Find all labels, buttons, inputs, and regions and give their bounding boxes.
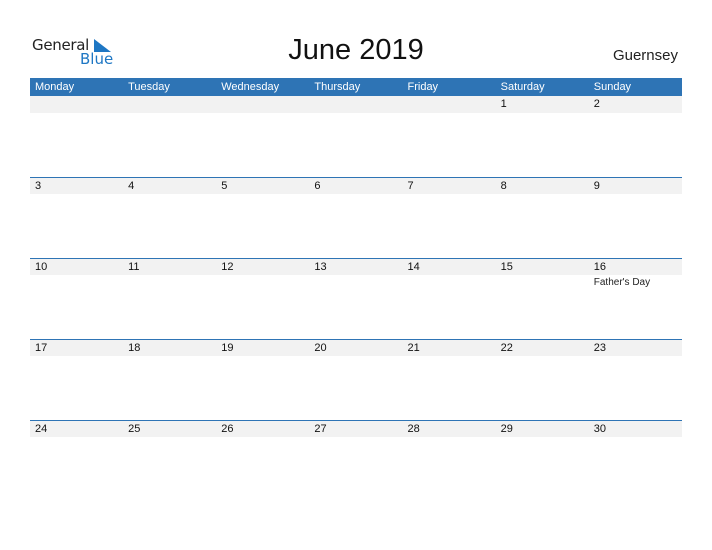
day-event: Father's Day: [593, 277, 651, 288]
day-number: 26: [221, 423, 234, 435]
day-event: [216, 113, 309, 115]
day-number: 12: [221, 261, 234, 273]
day-number: 15: [500, 261, 513, 273]
day-number-row: 24 25 26 27 28 29 30: [30, 420, 682, 437]
day-event: [403, 113, 496, 115]
day-number: 13: [314, 261, 327, 273]
day-number: [123, 96, 216, 113]
day-number-row: 12: [30, 96, 682, 113]
day-number: 22: [500, 342, 513, 354]
day-event: [496, 356, 589, 358]
day-event: [309, 356, 402, 358]
day-number: 10: [35, 261, 48, 273]
day-event: [403, 194, 496, 196]
day-number: 28: [407, 423, 420, 435]
day-number: 24: [35, 423, 48, 435]
day-number: 16: [593, 261, 606, 273]
day-number: 1: [500, 98, 507, 110]
day-number: [309, 96, 402, 113]
day-number: 23: [593, 342, 606, 354]
weekday-header: Monday Tuesday Wednesday Thursday Friday…: [30, 78, 682, 96]
day-event: [403, 437, 496, 439]
day-event: [123, 194, 216, 196]
week-row: 24 25 26 27 28 29 30: [30, 420, 682, 501]
weekday-thursday: Thursday: [314, 81, 361, 93]
weekday-monday: Monday: [35, 81, 75, 93]
day-number: 2: [593, 98, 600, 110]
day-event: [496, 437, 589, 439]
calendar-grid: Monday Tuesday Wednesday Thursday Friday…: [30, 78, 682, 501]
day-number-row: 10 11 12 13 14 15 16: [30, 258, 682, 275]
day-number: [216, 96, 309, 113]
event-row: Father's Day: [30, 275, 682, 288]
day-event: [309, 194, 402, 196]
day-number: 25: [128, 423, 141, 435]
day-event: [309, 275, 402, 288]
day-event: [309, 437, 402, 439]
week-row: 10 11 12 13 14 15 16 Father's Day: [30, 258, 682, 339]
day-event: [216, 356, 309, 358]
weekday-saturday: Saturday: [500, 81, 545, 93]
week-row: 3 4 5 6 7 8 9: [30, 177, 682, 258]
day-event: [403, 275, 496, 288]
day-event: [123, 356, 216, 358]
weekday-friday: Friday: [407, 81, 439, 93]
day-event: [589, 437, 682, 439]
day-number: 29: [500, 423, 513, 435]
day-event: [496, 275, 589, 288]
day-number: 17: [35, 342, 48, 354]
day-number: 11: [128, 261, 140, 273]
day-event: [30, 356, 123, 358]
weekday-sunday: Sunday: [593, 81, 632, 93]
day-event: [216, 437, 309, 439]
day-event: [30, 275, 123, 288]
day-event: [589, 194, 682, 196]
day-number: 6: [314, 180, 321, 192]
day-number: 3: [35, 180, 42, 192]
day-number: 8: [500, 180, 507, 192]
day-number: 19: [221, 342, 234, 354]
day-number: [403, 96, 496, 113]
day-event: [216, 275, 309, 288]
day-event: [216, 194, 309, 196]
week-row: 12: [30, 96, 682, 177]
day-number: 5: [221, 180, 228, 192]
day-event: [123, 113, 216, 115]
weekday-wednesday: Wednesday: [221, 81, 280, 93]
event-row: [30, 356, 682, 358]
day-number: 21: [407, 342, 420, 354]
day-event: [123, 437, 216, 439]
day-number: 30: [593, 423, 606, 435]
day-event: [589, 356, 682, 358]
country-label: Guernsey: [612, 47, 678, 64]
day-number-row: 3 4 5 6 7 8 9: [30, 177, 682, 194]
day-number: 9: [593, 180, 600, 192]
event-row: [30, 194, 682, 196]
day-event: [496, 113, 589, 115]
day-number: 20: [314, 342, 327, 354]
day-event: [496, 194, 589, 196]
day-number-row: 17 18 19 20 21 22 23: [30, 339, 682, 356]
day-event: [30, 113, 123, 115]
day-event: [123, 275, 216, 288]
day-event: [403, 356, 496, 358]
day-number: 14: [407, 261, 420, 273]
week-row: 17 18 19 20 21 22 23: [30, 339, 682, 420]
day-number: 4: [128, 180, 135, 192]
weekday-tuesday: Tuesday: [128, 81, 170, 93]
day-number: 18: [128, 342, 141, 354]
day-event: [589, 113, 682, 115]
day-number: 7: [407, 180, 414, 192]
event-row: [30, 437, 682, 439]
calendar-title: June 2019: [288, 34, 424, 66]
day-event: [30, 437, 123, 439]
day-event: [309, 113, 402, 115]
event-row: [30, 113, 682, 115]
day-number: [30, 96, 123, 113]
day-number: 27: [314, 423, 327, 435]
day-event: [30, 194, 123, 196]
